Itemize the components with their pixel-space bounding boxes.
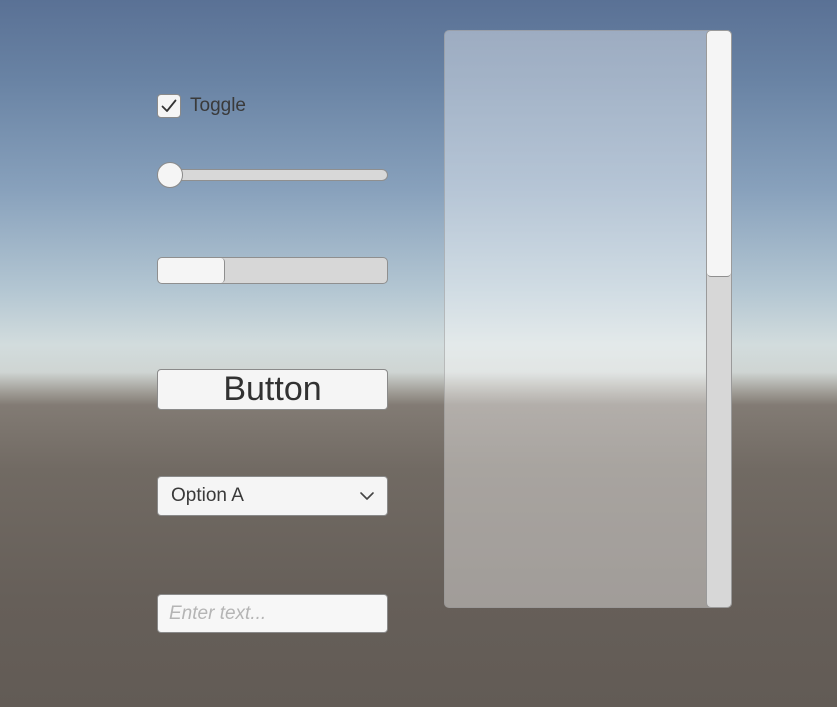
button[interactable]: Button [157,369,388,410]
vertical-scrollbar-handle[interactable] [707,31,731,277]
slider-handle[interactable] [157,162,183,188]
chevron-down-icon [359,491,375,501]
slider[interactable] [157,162,388,188]
vertical-scrollbar[interactable] [706,30,732,608]
canvas: Toggle Button Option A [0,0,837,707]
scroll-view[interactable] [444,30,732,608]
checkmark-icon [161,99,177,112]
horizontal-scrollbar[interactable] [157,257,388,284]
horizontal-scrollbar-handle[interactable] [158,258,225,283]
dropdown[interactable]: Option A [157,476,388,516]
toggle-label: Toggle [190,95,246,116]
slider-track[interactable] [157,169,388,181]
toggle[interactable]: Toggle [157,94,246,118]
dropdown-selected-label: Option A [171,485,244,506]
toggle-checkbox[interactable] [157,94,181,118]
text-input[interactable] [157,594,388,633]
